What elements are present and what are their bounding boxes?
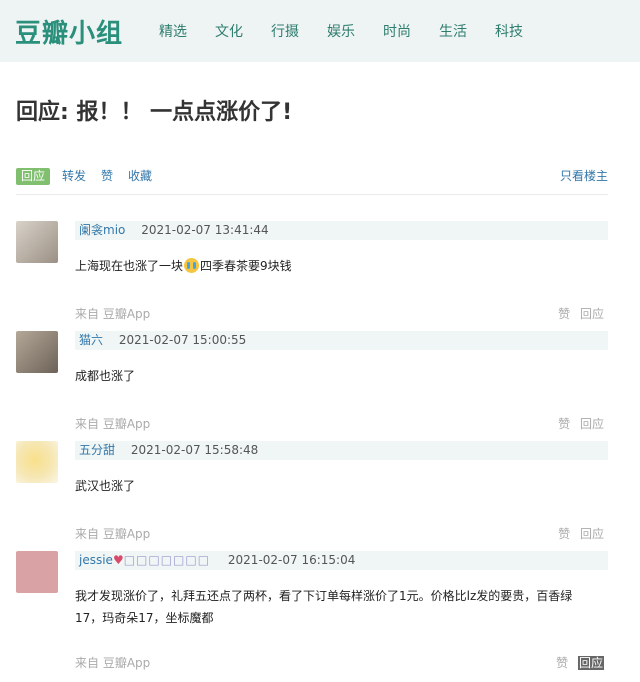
crying-face-icon: [184, 258, 200, 273]
comment-ops: 赞 回应: [552, 526, 604, 543]
comment-ops: 赞 回应: [550, 655, 604, 672]
avatar[interactable]: [16, 551, 58, 593]
comment-time: 2021-02-07 15:58:48: [130, 443, 259, 457]
nav-item-life[interactable]: 生活: [439, 21, 467, 41]
comment-footer: 来自 豆瓣App 赞 回应: [75, 306, 608, 323]
comment-source: 来自 豆瓣App: [75, 656, 151, 670]
comment-text: 我才发现涨价了，礼拜五还点了两杯，看了下订单每样涨价了1元。价格比lz发的要贵，…: [75, 585, 595, 629]
comment-text: 上海现在也涨了一块 四季春茶要9块钱: [75, 255, 595, 277]
comment-like-link[interactable]: 赞: [558, 307, 570, 321]
nav-item-travel[interactable]: 行摄: [271, 21, 299, 41]
comment-reply-link[interactable]: 回应: [580, 307, 604, 321]
comment-meta: 五分甜 2021-02-07 15:58:48: [75, 441, 608, 460]
page-title: 回应: 报！！ 一点点涨价了!: [16, 100, 293, 125]
comment-text-line: 17，玛奇朵17，坐标魔都: [75, 611, 214, 625]
comment-text-line: 我才发现涨价了，礼拜五还点了两杯，看了下订单每样涨价了1元。价格比lz发的要贵，…: [75, 589, 573, 603]
comment-author[interactable]: 阑衾mio: [79, 223, 125, 237]
comment-ops: 赞 回应: [552, 416, 604, 433]
site-logo[interactable]: 豆瓣小组: [15, 13, 123, 50]
comment-author[interactable]: 五分甜: [79, 443, 115, 457]
comment-time: 2021-02-07 13:41:44: [141, 223, 269, 237]
comment-meta: 猫六 2021-02-07 15:00:55: [75, 331, 608, 350]
nav-item-culture[interactable]: 文化: [215, 21, 243, 41]
forward-link[interactable]: 转发: [62, 168, 86, 185]
comment-footer: 来自 豆瓣App 赞 回应: [75, 655, 608, 672]
comment-like-link[interactable]: 赞: [556, 656, 568, 670]
main-nav: 精选 文化 行摄 娱乐 时尚 生活 科技: [145, 21, 537, 41]
avatar[interactable]: [16, 331, 58, 373]
comment-reply-link[interactable]: 回应: [577, 656, 604, 670]
comment-author[interactable]: jessie♥□□□□□□□: [79, 553, 210, 567]
comment-text: 武汉也涨了: [75, 479, 136, 493]
comment-time: 2021-02-07 15:00:55: [118, 333, 247, 347]
comment-source: 来自 豆瓣App: [75, 307, 151, 321]
comment-time: 2021-02-07 16:15:04: [227, 553, 356, 567]
nav-item-tech[interactable]: 科技: [495, 21, 523, 41]
like-link[interactable]: 赞: [101, 168, 113, 185]
topic-actions: 回应 转发 赞 收藏 只看楼主: [16, 168, 608, 195]
comment-reply-link[interactable]: 回应: [580, 527, 604, 541]
comment-source: 来自 豆瓣App: [75, 527, 151, 541]
comment-meta: jessie♥□□□□□□□ 2021-02-07 16:15:04: [75, 551, 608, 570]
comment-like-link[interactable]: 赞: [558, 527, 570, 541]
nav-item-featured[interactable]: 精选: [159, 21, 187, 41]
avatar[interactable]: [16, 221, 58, 263]
collect-link[interactable]: 收藏: [128, 168, 152, 185]
comment-ops: 赞 回应: [552, 306, 604, 323]
nav-item-entertainment[interactable]: 娱乐: [327, 21, 355, 41]
comment-like-link[interactable]: 赞: [558, 417, 570, 431]
comment-text-part: 上海现在也涨了一块: [75, 259, 184, 273]
reply-button[interactable]: 回应: [16, 168, 51, 185]
author-name: jessie: [79, 553, 113, 567]
comment-footer: 来自 豆瓣App 赞 回应: [75, 526, 608, 543]
comment-footer: 来自 豆瓣App 赞 回应: [75, 416, 608, 433]
comment-text: 成都也涨了: [75, 369, 136, 383]
avatar[interactable]: [16, 441, 58, 483]
author-suffix: □□□□□□□: [123, 553, 211, 567]
comment-text-part: 四季春茶要9块钱: [200, 259, 292, 273]
comment-reply-link[interactable]: 回应: [580, 417, 604, 431]
op-only-link[interactable]: 只看楼主: [560, 168, 608, 185]
top-nav-bar: 豆瓣小组 精选 文化 行摄 娱乐 时尚 生活 科技: [0, 0, 640, 62]
comment-author[interactable]: 猫六: [79, 333, 103, 347]
comment-meta: 阑衾mio 2021-02-07 13:41:44: [75, 221, 608, 240]
nav-item-fashion[interactable]: 时尚: [383, 21, 411, 41]
heart-icon: ♥: [112, 553, 124, 567]
comment-source: 来自 豆瓣App: [75, 417, 151, 431]
